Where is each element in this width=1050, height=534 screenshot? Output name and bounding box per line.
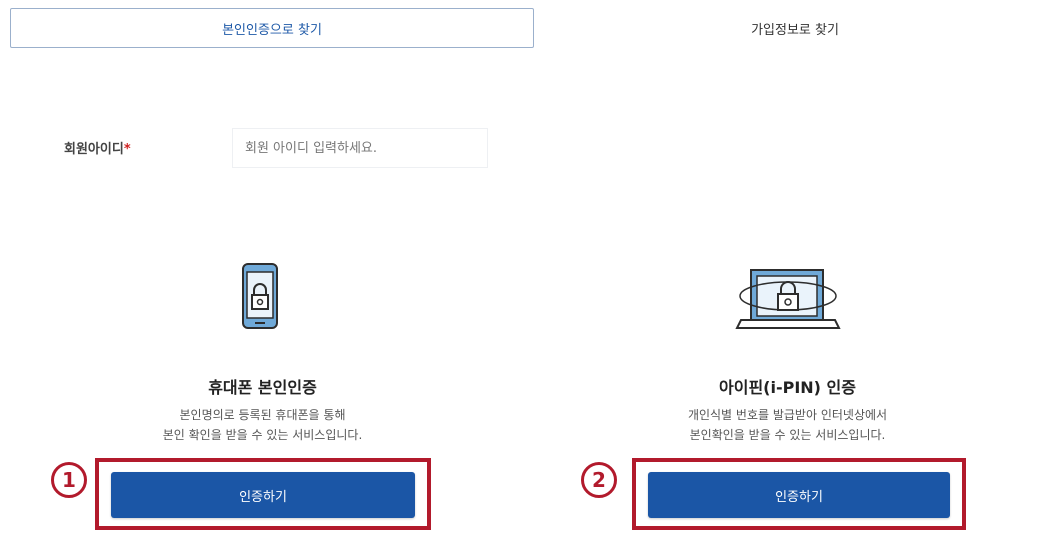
phone-auth-card: 휴대폰 본인인증 본인명의로 등록된 휴대폰을 통해 본인 확인을 받을 수 있… bbox=[0, 262, 525, 534]
ipin-auth-title: 아이핀(i-PIN) 인증 bbox=[719, 378, 856, 397]
annotation-highlight-box-2: 인증하기 bbox=[632, 458, 966, 530]
phone-auth-desc-line2: 본인 확인을 받을 수 있는 서비스입니다. bbox=[162, 428, 363, 442]
phone-auth-desc-line1: 본인명의로 등록된 휴대폰을 통해 bbox=[179, 408, 346, 422]
member-id-label-text: 회원아이디 bbox=[64, 142, 124, 157]
tab-signup-info[interactable]: 가입정보로 찾기 bbox=[540, 8, 1050, 48]
ipin-auth-desc-line2: 본인확인을 받을 수 있는 서비스입니다. bbox=[689, 428, 886, 442]
mobile-lock-icon bbox=[241, 263, 278, 329]
required-mark: * bbox=[123, 142, 131, 157]
annotation-highlight-box-1: 인증하기 bbox=[95, 458, 431, 530]
phone-auth-description: 본인명의로 등록된 휴대폰을 통해 본인 확인을 받을 수 있는 서비스입니다. bbox=[0, 405, 525, 445]
phone-verify-button[interactable]: 인증하기 bbox=[111, 472, 415, 518]
member-id-label: 회원아이디* bbox=[64, 138, 131, 157]
find-id-page: 본인인증으로 찾기 가입정보로 찾기 회원아이디* 휴대폰 본인인증 본인명의로… bbox=[0, 0, 1050, 534]
laptop-lock-icon bbox=[734, 269, 841, 329]
ipin-verify-button[interactable]: 인증하기 bbox=[648, 472, 950, 518]
ipin-auth-description: 개인식별 번호를 발급받아 인터넷상에서 본인확인을 받을 수 있는 서비스입니… bbox=[525, 405, 1050, 445]
phone-auth-title: 휴대폰 본인인증 bbox=[208, 378, 317, 397]
annotation-marker-2: 2 bbox=[581, 462, 617, 498]
ipin-auth-desc-line1: 개인식별 번호를 발급받아 인터넷상에서 bbox=[687, 408, 888, 422]
ipin-auth-card: 아이핀(i-PIN) 인증 개인식별 번호를 발급받아 인터넷상에서 본인확인을… bbox=[525, 262, 1050, 534]
tab-identity-verification[interactable]: 본인인증으로 찾기 bbox=[10, 8, 534, 48]
annotation-marker-1: 1 bbox=[51, 462, 87, 498]
member-id-input[interactable] bbox=[232, 128, 488, 168]
